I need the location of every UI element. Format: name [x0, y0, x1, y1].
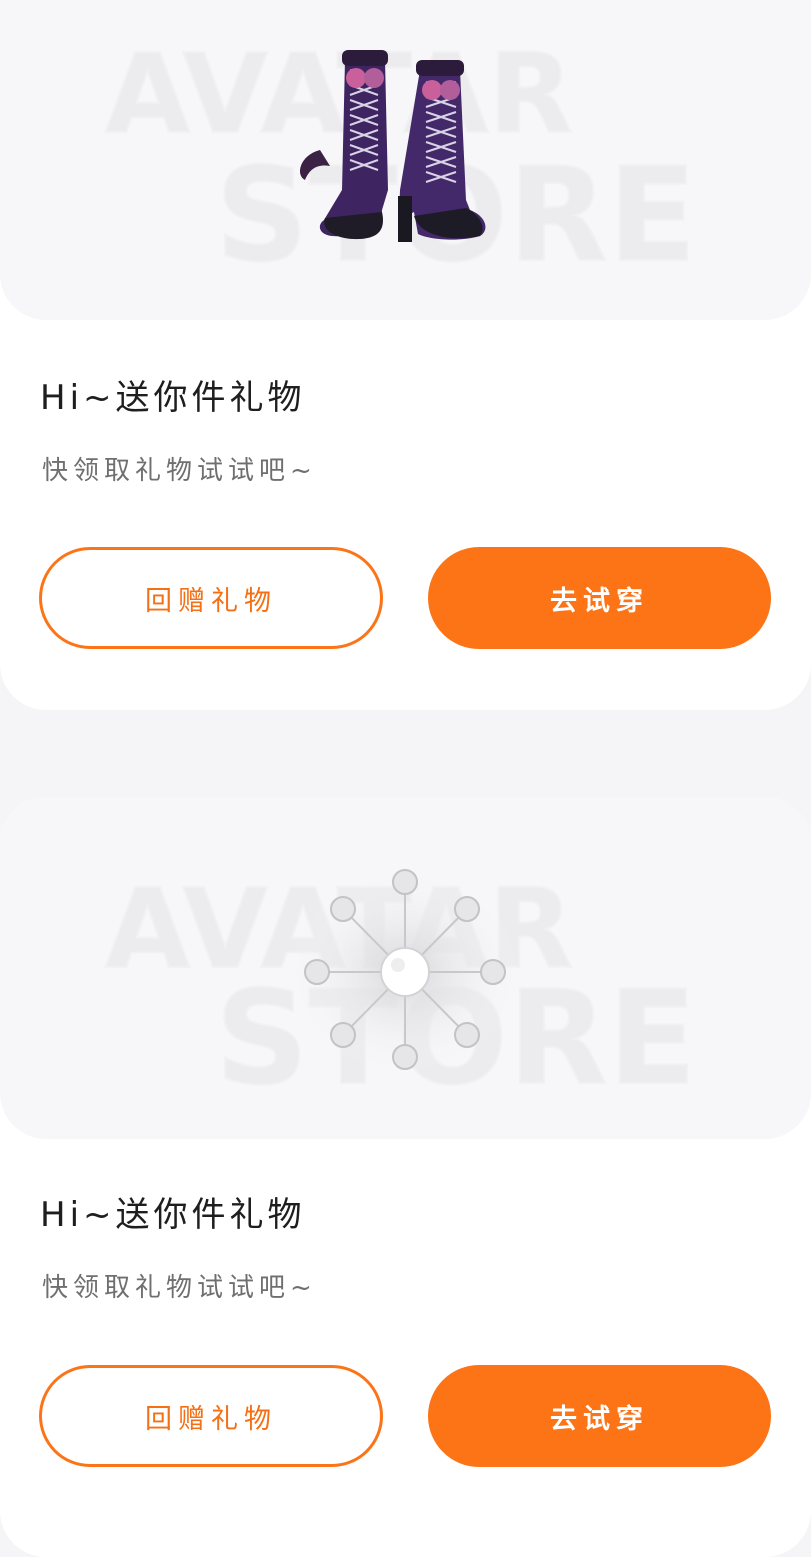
return-gift-button[interactable]: 回赠礼物	[39, 547, 383, 649]
gift-subtitle: 快领取礼物试试吧~	[42, 1273, 317, 1303]
purple-boots-icon[interactable]	[290, 40, 510, 270]
gift-subtitle: 快领取礼物试试吧~	[42, 456, 317, 486]
gift-image-area: AVATAR STORE	[0, 0, 811, 320]
return-gift-button[interactable]: 回赠礼物	[39, 1365, 383, 1467]
white-orb-icon[interactable]	[280, 857, 530, 1087]
try-on-button[interactable]: 去试穿	[428, 1365, 771, 1467]
gift-title: Hi~送你件礼物	[40, 378, 306, 418]
gift-card: AVATAR STORE Hi~送你件礼物 快领取礼物试试吧~ 回赠礼物	[0, 0, 811, 710]
gift-card: AVATAR STORE	[0, 797, 811, 1557]
try-on-button[interactable]: 去试穿	[428, 547, 771, 649]
gift-image-area: AVATAR STORE	[0, 797, 811, 1139]
gift-title: Hi~送你件礼物	[40, 1195, 306, 1235]
